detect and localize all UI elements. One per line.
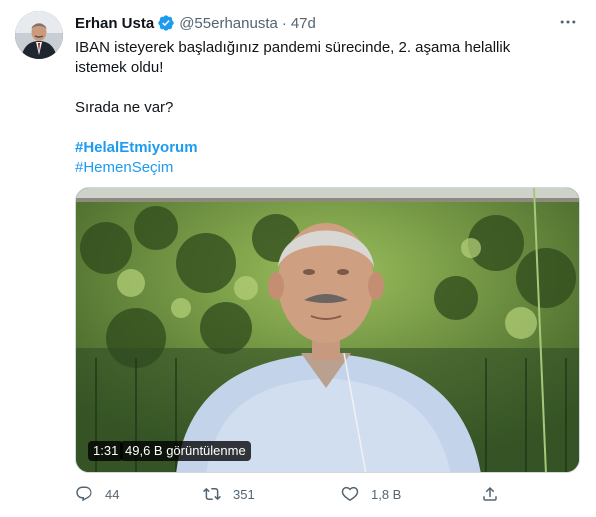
retweet-icon [203, 487, 221, 501]
video-duration: 1:31 [88, 441, 124, 461]
avatar[interactable] [15, 11, 63, 59]
reply-button[interactable]: 44 [75, 485, 119, 503]
verified-badge-icon [157, 14, 175, 32]
tweet[interactable]: Erhan Usta @55erhanusta · 47d IBAN istey… [0, 0, 596, 517]
reply-icon [76, 486, 92, 502]
hashtag-link[interactable]: #HelalEtmiyorum [75, 138, 565, 158]
like-count: 1,8 B [371, 486, 402, 502]
tweet-text-line: Sırada ne var? [75, 99, 174, 116]
video-player[interactable]: 1:31 49,6 B görüntülenme [75, 187, 580, 473]
like-button[interactable]: 1,8 B [341, 485, 401, 503]
video-view-count: 49,6 B görüntülenme [120, 441, 251, 461]
hashtag-link[interactable]: #HemenSeçim [75, 158, 565, 178]
retweet-count: 351 [233, 486, 255, 502]
heart-icon [341, 486, 359, 501]
more-horizontal-icon[interactable] [554, 12, 582, 32]
tweet-text: IBAN isteyerek başladığınız pandemi süre… [75, 38, 565, 178]
share-icon [483, 486, 497, 501]
tweet-actions: 44 351 1,8 B [75, 482, 575, 506]
reply-count: 44 [105, 486, 120, 502]
tweet-timestamp[interactable]: 47d [291, 15, 316, 32]
separator-dot: · [281, 14, 287, 32]
retweet-button[interactable]: 351 [203, 485, 255, 503]
share-button[interactable] [481, 485, 499, 503]
author-name[interactable]: Erhan Usta [75, 15, 154, 32]
tweet-header: Erhan Usta @55erhanusta · 47d [75, 12, 316, 34]
tweet-text-line: IBAN isteyerek başladığınız pandemi süre… [75, 39, 511, 76]
video-thumbnail [76, 188, 579, 472]
author-handle[interactable]: @55erhanusta [179, 15, 278, 32]
